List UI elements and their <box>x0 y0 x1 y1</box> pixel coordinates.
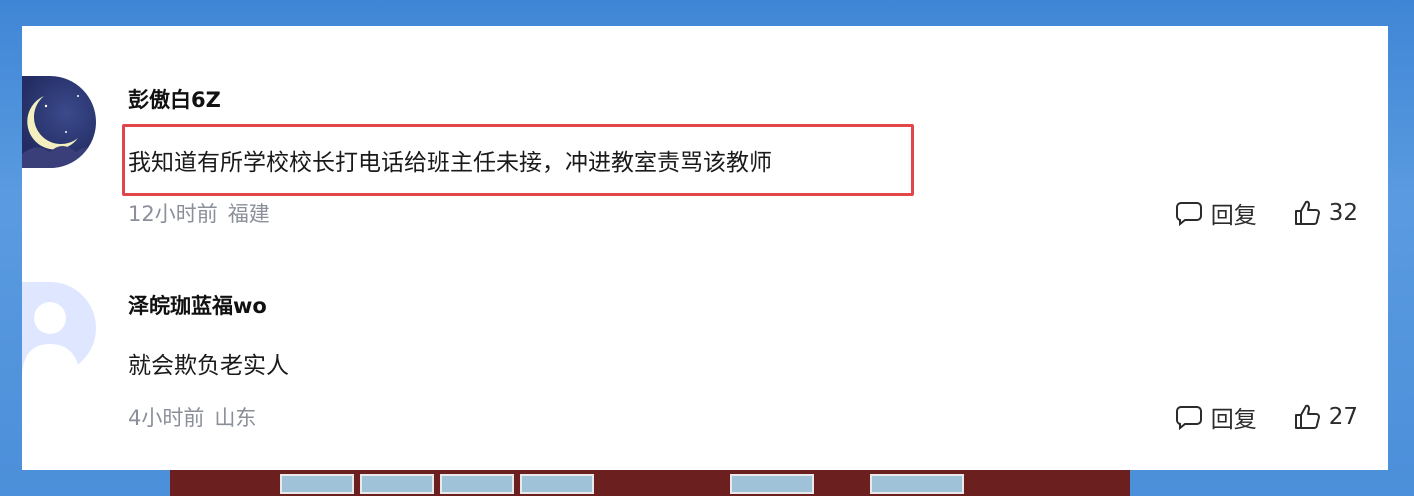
comment-meta: 12小时前 福建 <box>128 198 270 228</box>
comments-panel: 彭傲白6Z 我知道有所学校校长打电话给班主任未接，冲进教室责骂该教师 12小时前… <box>22 26 1388 470</box>
reply-label: 回复 <box>1210 407 1257 433</box>
comment-bubble-icon <box>1175 202 1202 227</box>
avatar[interactable] <box>22 76 96 168</box>
background-building-image <box>170 466 1130 496</box>
reply-button[interactable]: 回复 <box>1175 400 1257 434</box>
reply-button[interactable]: 回复 <box>1175 196 1257 230</box>
comment-bubble-icon <box>1175 406 1202 431</box>
comment-item: 泽皖珈蓝福wo 就会欺负老实人 4小时前 山东 回复 27 <box>22 230 1388 433</box>
comment-text: 就会欺负老实人 <box>128 353 289 379</box>
thumbs-up-icon <box>1294 404 1320 429</box>
reply-label: 回复 <box>1210 203 1257 229</box>
comment-time: 12小时前 <box>128 202 218 226</box>
comment-item: 彭傲白6Z 我知道有所学校校长打电话给班主任未接，冲进教室责骂该教师 12小时前… <box>22 26 1388 229</box>
like-button[interactable]: 27 <box>1293 403 1358 431</box>
comment-text: 我知道有所学校校长打电话给班主任未接，冲进教室责骂该教师 <box>128 150 772 176</box>
username[interactable]: 彭傲白6Z <box>128 84 221 114</box>
thumbs-up-icon <box>1294 200 1320 225</box>
like-count: 32 <box>1328 200 1358 226</box>
comment-location: 山东 <box>214 406 257 430</box>
avatar[interactable] <box>22 282 96 374</box>
like-count: 27 <box>1328 404 1358 430</box>
comment-actions: 回复 32 <box>1175 196 1358 230</box>
comment-location: 福建 <box>227 202 270 226</box>
comment-meta: 4小时前 山东 <box>128 402 256 432</box>
comment-actions: 回复 27 <box>1175 400 1358 434</box>
comment-time: 4小时前 <box>128 406 205 430</box>
like-button[interactable]: 32 <box>1293 199 1358 227</box>
username[interactable]: 泽皖珈蓝福wo <box>128 290 267 320</box>
